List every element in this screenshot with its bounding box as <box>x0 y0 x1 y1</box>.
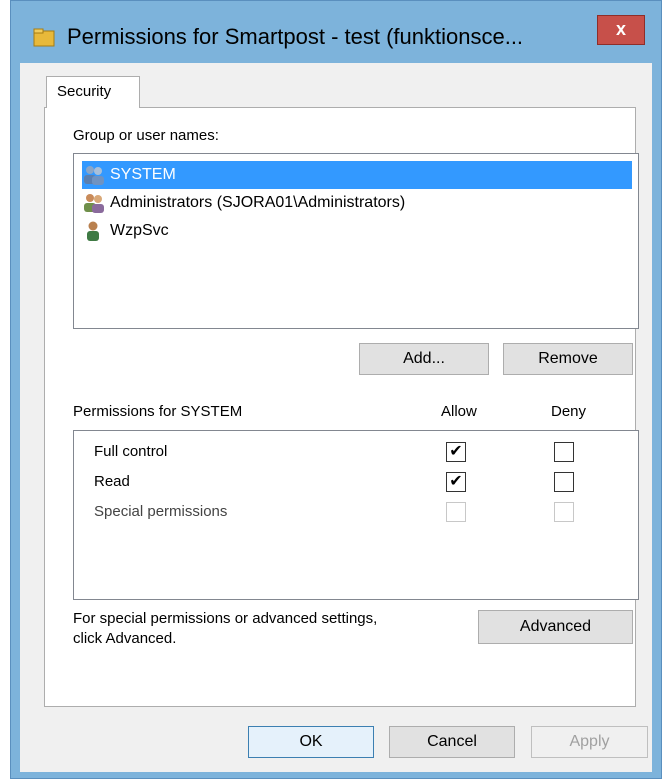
user-list[interactable]: SYSTEM Administrators (SJORA01\Administr… <box>73 153 639 329</box>
user-icon <box>87 221 99 241</box>
user-name: SYSTEM <box>110 166 176 183</box>
remove-button[interactable]: Remove <box>503 343 633 375</box>
tab-security[interactable]: Security <box>46 76 140 108</box>
security-panel: Group or user names: SYSTEM Administrato… <box>44 107 639 707</box>
list-item[interactable]: WzpSvc <box>82 217 169 245</box>
full-control-allow-checkbox[interactable]: ✔ <box>446 442 466 462</box>
system-users-icon <box>84 166 104 185</box>
advanced-hint-line1: For special permissions or advanced sett… <box>73 610 378 627</box>
user-name: WzpSvc <box>110 222 169 239</box>
permissions-list: Full control ✔ Read ✔ Special permission… <box>73 430 639 600</box>
ok-button[interactable]: OK <box>248 726 374 758</box>
group-users-icon <box>84 194 104 213</box>
list-item[interactable]: SYSTEM <box>82 161 632 189</box>
group-label: Group or user names: <box>73 127 219 144</box>
full-control-deny-checkbox[interactable] <box>554 442 574 462</box>
dialog-client: Security Group or user names: SYSTEM Adm… <box>20 63 652 772</box>
close-button[interactable]: x <box>597 15 645 45</box>
check-icon: ✔ <box>449 473 463 490</box>
permissions-label: Permissions for SYSTEM <box>73 403 243 420</box>
read-allow-checkbox[interactable]: ✔ <box>446 472 466 492</box>
read-deny-checkbox[interactable] <box>554 472 574 492</box>
check-icon: ✔ <box>449 443 463 460</box>
cancel-button[interactable]: Cancel <box>389 726 515 758</box>
folder-icon <box>33 28 55 47</box>
special-allow-checkbox <box>446 502 466 522</box>
advanced-hint-line2: click Advanced. <box>73 630 177 647</box>
permissions-window: Permissions for Smartpost - test (funkti… <box>10 0 662 779</box>
permission-read: Read <box>94 473 130 490</box>
apply-button: Apply <box>531 726 648 758</box>
advanced-button[interactable]: Advanced <box>478 610 633 644</box>
permission-special: Special permissions <box>94 503 228 520</box>
list-item[interactable]: Administrators (SJORA01\Administrators) <box>82 189 405 217</box>
allow-header: Allow <box>441 403 477 420</box>
close-icon: x <box>615 19 626 39</box>
special-deny-checkbox <box>554 502 574 522</box>
permission-full-control: Full control <box>94 443 168 460</box>
add-button[interactable]: Add... <box>359 343 489 375</box>
title-bar[interactable]: Permissions for Smartpost - test (funkti… <box>11 1 661 63</box>
user-name: Administrators (SJORA01\Administrators) <box>110 194 406 211</box>
deny-header: Deny <box>551 403 587 420</box>
window-title: Permissions for Smartpost - test (funkti… <box>67 24 524 49</box>
